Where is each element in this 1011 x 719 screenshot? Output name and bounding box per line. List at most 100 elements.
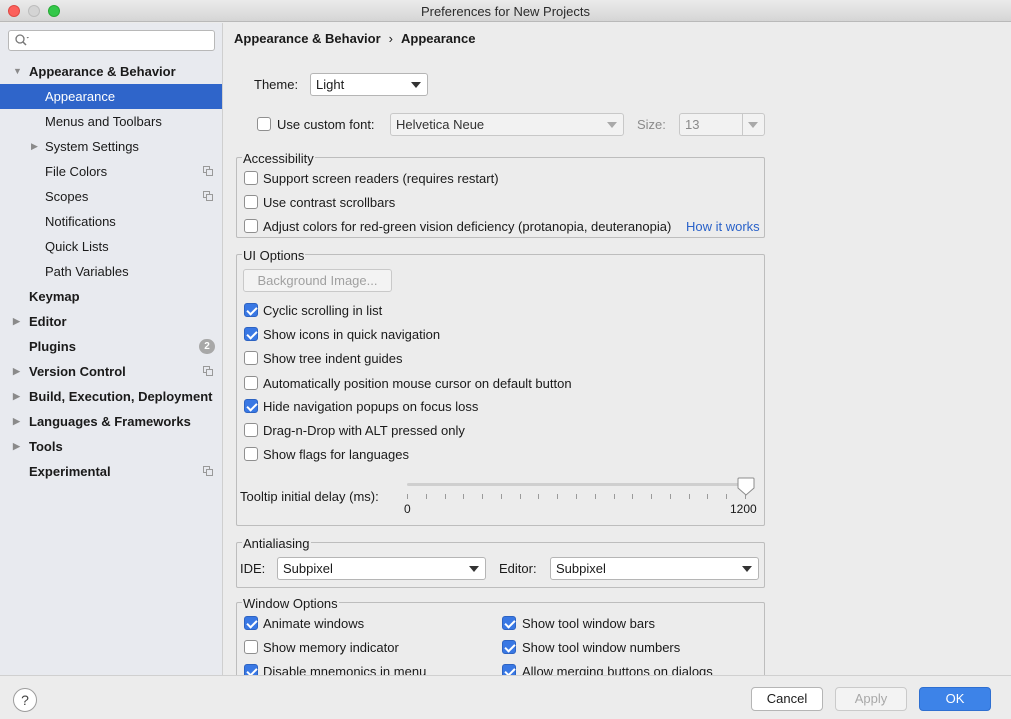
expanded-arrow-icon[interactable]: ▼ bbox=[13, 59, 22, 84]
tool-window-numbers-label: Show tool window numbers bbox=[522, 640, 681, 655]
hide-popups-checkbox[interactable] bbox=[244, 399, 258, 413]
sidebar-item-label: Build, Execution, Deployment bbox=[29, 389, 213, 404]
slider-tick bbox=[557, 494, 559, 499]
breadcrumb: Appearance & Behavior › Appearance bbox=[234, 31, 475, 46]
sidebar-item-tools[interactable]: ▶ Tools bbox=[0, 434, 222, 459]
sidebar-item-build-execution[interactable]: ▶ Build, Execution, Deployment bbox=[0, 384, 222, 409]
help-button[interactable]: ? bbox=[13, 688, 37, 712]
merging-buttons-label: Allow merging buttons on dialogs bbox=[522, 664, 713, 675]
ide-label: IDE: bbox=[240, 561, 266, 576]
collapsed-arrow-icon[interactable]: ▶ bbox=[13, 359, 20, 384]
editor-antialiasing-select[interactable]: Subpixel bbox=[550, 557, 759, 580]
disable-mnemonics-checkbox[interactable] bbox=[244, 664, 258, 675]
breadcrumb-parent[interactable]: Appearance & Behavior bbox=[234, 31, 381, 46]
hide-popups-label: Hide navigation popups on focus loss bbox=[263, 399, 479, 414]
collapsed-arrow-icon[interactable]: ▶ bbox=[13, 409, 20, 434]
font-size-select[interactable]: 13 bbox=[679, 113, 765, 136]
cyclic-scrolling-checkbox[interactable] bbox=[244, 303, 258, 317]
sidebar-item-label: Notifications bbox=[45, 214, 116, 229]
memory-indicator-label: Show memory indicator bbox=[263, 640, 399, 655]
ide-antialiasing-select[interactable]: Subpixel bbox=[277, 557, 486, 580]
custom-font-label: Use custom font: bbox=[277, 117, 375, 132]
slider-thumb[interactable] bbox=[736, 477, 756, 497]
screen-readers-checkbox[interactable] bbox=[244, 171, 258, 185]
ok-button[interactable]: OK bbox=[919, 687, 991, 711]
tool-window-bars-checkbox[interactable] bbox=[502, 616, 516, 630]
tooltip-delay-slider[interactable] bbox=[407, 483, 747, 486]
tooltip-delay-label: Tooltip initial delay (ms): bbox=[240, 489, 379, 504]
sidebar-item-system-settings[interactable]: ▶ System Settings bbox=[0, 134, 222, 159]
adjust-colors-checkbox[interactable] bbox=[244, 219, 258, 233]
sidebar-item-languages[interactable]: ▶ Languages & Frameworks bbox=[0, 409, 222, 434]
settings-content: Appearance & Behavior › Appearance Theme: … bbox=[224, 23, 1011, 675]
slider-tick bbox=[632, 494, 634, 499]
show-icons-checkbox[interactable] bbox=[244, 327, 258, 341]
project-scope-icon bbox=[203, 191, 213, 201]
background-image-button[interactable]: Background Image... bbox=[243, 269, 392, 292]
combo-divider bbox=[742, 114, 743, 135]
sidebar-item-appearance-behavior[interactable]: ▼ Appearance & Behavior bbox=[0, 59, 222, 84]
sidebar-item-plugins[interactable]: Plugins 2 bbox=[0, 334, 222, 359]
tool-window-numbers-checkbox[interactable] bbox=[502, 640, 516, 654]
sidebar-item-menus-toolbars[interactable]: Menus and Toolbars bbox=[0, 109, 222, 134]
sidebar-item-experimental[interactable]: Experimental bbox=[0, 459, 222, 484]
search-input[interactable] bbox=[35, 32, 210, 49]
sidebar-item-keymap[interactable]: Keymap bbox=[0, 284, 222, 309]
collapsed-arrow-icon[interactable]: ▶ bbox=[13, 384, 20, 409]
drag-drop-checkbox[interactable] bbox=[244, 423, 258, 437]
tree-indent-checkbox[interactable] bbox=[244, 351, 258, 365]
sidebar-item-file-colors[interactable]: File Colors bbox=[0, 159, 222, 184]
sidebar-item-editor[interactable]: ▶ Editor bbox=[0, 309, 222, 334]
settings-search[interactable] bbox=[8, 30, 215, 51]
chevron-down-icon bbox=[411, 82, 421, 88]
merging-buttons-checkbox[interactable] bbox=[502, 664, 516, 675]
adjust-colors-label: Adjust colors for red-green vision defic… bbox=[263, 219, 672, 234]
show-flags-checkbox[interactable] bbox=[244, 447, 258, 461]
slider-tick bbox=[519, 494, 521, 499]
slider-tick bbox=[669, 494, 671, 499]
sidebar-item-label: Menus and Toolbars bbox=[45, 114, 162, 129]
sidebar-item-label: Appearance bbox=[45, 89, 116, 104]
theme-select[interactable]: Light bbox=[310, 73, 428, 96]
sidebar-item-label: Experimental bbox=[29, 464, 111, 479]
slider-tick bbox=[482, 494, 484, 499]
sidebar-item-label: Version Control bbox=[29, 364, 126, 379]
tool-window-bars-label: Show tool window bars bbox=[522, 616, 655, 631]
search-icon bbox=[14, 33, 30, 50]
cyclic-scrolling-label: Cyclic scrolling in list bbox=[263, 303, 383, 318]
chevron-down-icon bbox=[742, 566, 752, 572]
font-select[interactable]: Helvetica Neue bbox=[390, 113, 624, 136]
chevron-down-icon bbox=[607, 122, 617, 128]
auto-cursor-label: Automatically position mouse cursor on d… bbox=[263, 376, 572, 391]
contrast-scrollbars-label: Use contrast scrollbars bbox=[263, 195, 396, 210]
contrast-scrollbars-checkbox[interactable] bbox=[244, 195, 258, 209]
sidebar-item-notifications[interactable]: Notifications bbox=[0, 209, 222, 234]
slider-tick bbox=[463, 494, 465, 499]
drag-drop-label: Drag-n-Drop with ALT pressed only bbox=[263, 423, 465, 438]
apply-button[interactable]: Apply bbox=[835, 687, 907, 711]
slider-tick bbox=[576, 494, 577, 499]
sidebar-item-path-variables[interactable]: Path Variables bbox=[0, 259, 222, 284]
screen-readers-label: Support screen readers (requires restart… bbox=[263, 171, 499, 186]
sidebar-item-quick-lists[interactable]: Quick Lists bbox=[0, 234, 222, 259]
show-flags-label: Show flags for languages bbox=[263, 447, 409, 462]
sidebar-item-version-control[interactable]: ▶ Version Control bbox=[0, 359, 222, 384]
slider-min-label: 0 bbox=[404, 502, 411, 516]
animate-windows-checkbox[interactable] bbox=[244, 616, 258, 630]
breadcrumb-current: Appearance bbox=[401, 31, 476, 46]
collapsed-arrow-icon[interactable]: ▶ bbox=[13, 434, 20, 459]
sidebar-item-label: Scopes bbox=[45, 189, 89, 204]
collapsed-arrow-icon[interactable]: ▶ bbox=[31, 134, 38, 159]
how-it-works-link[interactable]: How it works bbox=[686, 219, 760, 234]
sidebar-item-appearance[interactable]: Appearance bbox=[0, 84, 222, 109]
collapsed-arrow-icon[interactable]: ▶ bbox=[13, 309, 20, 334]
sidebar-item-scopes[interactable]: Scopes bbox=[0, 184, 222, 209]
font-size-value: 13 bbox=[685, 117, 700, 132]
cancel-button[interactable]: Cancel bbox=[751, 687, 823, 711]
memory-indicator-checkbox[interactable] bbox=[244, 640, 258, 654]
slider-tick bbox=[538, 494, 540, 499]
custom-font-checkbox[interactable] bbox=[257, 117, 271, 131]
theme-value: Light bbox=[316, 77, 345, 92]
auto-cursor-checkbox[interactable] bbox=[244, 376, 258, 390]
sidebar-item-label: Appearance & Behavior bbox=[29, 64, 176, 79]
